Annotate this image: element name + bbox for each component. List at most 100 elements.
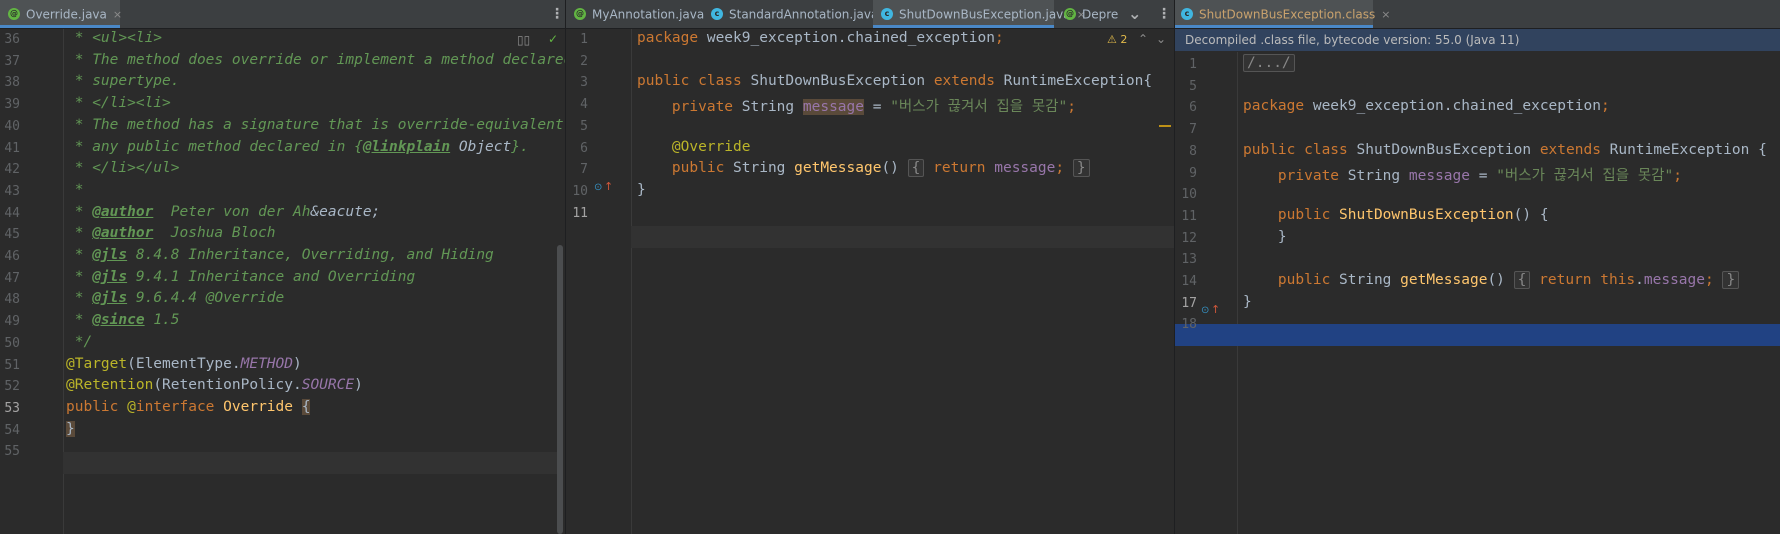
code-line[interactable]: @Override: [637, 139, 751, 155]
code-token: getMessage: [794, 160, 882, 177]
line-number: 10: [572, 183, 588, 199]
line-number: 6: [1189, 100, 1197, 116]
close-tab-icon[interactable]: ×: [1381, 8, 1390, 21]
code-line[interactable]: private String message = "버스가 끊겨서 집을 못감"…: [637, 95, 1076, 116]
code-line[interactable]: * @jls 9.6.4.4 @Override: [66, 290, 285, 307]
code-token: 1.5: [144, 312, 180, 329]
next-highlight-icon[interactable]: ⌄: [1156, 32, 1166, 46]
code-token: Peter von der Ah: [153, 203, 311, 220]
line-number: 41: [4, 140, 20, 156]
code-line[interactable]: @Retention(RetentionPolicy.SOURCE): [66, 377, 363, 393]
code-line[interactable]: public class ShutDownBusException extend…: [637, 73, 1152, 89]
code-line[interactable]: * any public method declared in {@linkpl…: [66, 139, 529, 155]
annotation-file-icon: @: [1064, 7, 1076, 20]
code-line[interactable]: * The method does override or implement …: [66, 52, 565, 68]
code-line[interactable]: public ShutDownBusException() {: [1243, 207, 1549, 223]
line-number: 50: [4, 335, 20, 351]
code-line[interactable]: * </li></ul>: [66, 160, 180, 176]
code-line[interactable]: package week9_exception.chained_exceptio…: [637, 30, 1004, 46]
warning-count[interactable]: ⚠ 2: [1107, 33, 1127, 46]
line-number: 8: [1189, 143, 1197, 159]
code-line[interactable]: }: [66, 420, 75, 437]
code-line[interactable]: }: [1243, 229, 1287, 245]
line-number: 17: [1181, 295, 1197, 311]
line-number: 5: [1189, 78, 1197, 94]
line-number: 51: [4, 357, 20, 373]
overrides-arrow-icon[interactable]: ↑: [1211, 303, 1220, 316]
override-method-icon[interactable]: ⊙: [594, 182, 602, 193]
code-line[interactable]: * @jls 8.4.8 Inheritance, Overriding, an…: [66, 247, 494, 263]
line-number: 7: [1189, 122, 1197, 138]
code-token: @Override: [671, 138, 751, 155]
code-line[interactable]: */: [66, 334, 92, 350]
line-number: 52: [4, 379, 20, 395]
code-token: * </li></ul>: [66, 160, 180, 177]
code-line[interactable]: * @author Peter von der Ah&eacute;: [66, 203, 381, 220]
code-token: ;: [1067, 99, 1076, 116]
code-token: public class: [1243, 141, 1357, 158]
more-options-icon[interactable]: ⋮: [550, 0, 564, 28]
code-token: * supertype.: [66, 73, 180, 90]
class-file-icon: c: [711, 7, 723, 20]
line-number: 37: [4, 53, 20, 69]
code-line[interactable]: public @interface Override {: [66, 398, 311, 415]
warning-marker[interactable]: [1159, 125, 1171, 127]
code-line[interactable]: * supertype.: [66, 73, 180, 89]
code-line[interactable]: *: [66, 182, 84, 198]
code-token: RuntimeException {: [1609, 141, 1767, 158]
code-token: * The method does override or implement …: [66, 51, 565, 68]
code-line[interactable]: * @jls 9.4.1 Inheritance and Overriding: [66, 269, 416, 285]
override-method-icon[interactable]: ⊙: [1201, 305, 1209, 316]
tab-override-java[interactable]: @ Override.java ×: [0, 0, 122, 28]
tab-bar: @ Override.java × ⋮: [0, 0, 565, 29]
vertical-scrollbar[interactable]: [557, 245, 563, 534]
code-token: @jls: [92, 290, 128, 307]
line-number: 1: [580, 32, 588, 47]
code-line[interactable]: private String message = "버스가 끊겨서 집을 못감"…: [1243, 164, 1682, 185]
line-number: 9: [1189, 165, 1197, 181]
code-token: Override: [223, 398, 302, 415]
line-number: 46: [4, 249, 20, 264]
code-line[interactable]: @Target(ElementType.METHOD): [66, 356, 302, 372]
tab-myannotation-java[interactable]: @ MyAnnotation.java: [574, 0, 704, 28]
tab-deprecated[interactable]: @ Depre: [1064, 0, 1118, 28]
code-line[interactable]: public String getMessage() { return mess…: [637, 159, 1090, 178]
code-line[interactable]: * @author Joshua Bloch: [66, 225, 276, 241]
tab-shutdownbusexception-class[interactable]: c ShutDownBusException.class ×: [1175, 0, 1391, 28]
code-line[interactable]: * <ul><li>: [66, 30, 162, 46]
code-line[interactable]: public class ShutDownBusException extend…: [1243, 142, 1767, 158]
code-token: }: [637, 181, 646, 198]
code-token: ;: [994, 30, 1004, 46]
code-token: * The method has a signature that is ove…: [66, 116, 565, 133]
chevron-down-icon[interactable]: ⌄: [1128, 0, 1141, 28]
code-line[interactable]: /.../: [1243, 54, 1295, 72]
code-token: (RetentionPolicy.: [153, 377, 302, 394]
code-line[interactable]: public String getMessage() { return this…: [1243, 271, 1740, 289]
code-token: message: [1408, 167, 1470, 184]
code-token: METHOD: [240, 355, 293, 372]
code-token: 9.6.4.4 @Override: [127, 290, 285, 307]
code-token: @linkplain: [362, 138, 451, 155]
reader-mode-icon[interactable]: ▯▯: [517, 33, 530, 47]
code-token: public class: [637, 73, 751, 90]
overrides-arrow-icon[interactable]: ↑: [604, 180, 613, 193]
code-token: /.../: [1243, 54, 1295, 72]
code-line[interactable]: * </li><li>: [66, 95, 171, 111]
code-line[interactable]: }: [637, 182, 646, 198]
code-token: (): [881, 160, 908, 177]
code-line[interactable]: * @since 1.5: [66, 312, 180, 328]
code-line[interactable]: package week9_exception.chained_exceptio…: [1243, 98, 1610, 114]
line-number: 13: [1181, 252, 1197, 268]
more-options-icon[interactable]: ⋮: [1157, 0, 1171, 28]
code-line[interactable]: }: [1243, 294, 1252, 310]
code-line[interactable]: * The method has a signature that is ove…: [66, 117, 565, 133]
code-token: "버스가 끊겨서 집을 못감": [1496, 167, 1674, 184]
close-tab-icon[interactable]: ×: [113, 8, 122, 21]
code-token: String: [1339, 272, 1401, 288]
previous-highlight-icon[interactable]: ⌃: [1138, 32, 1148, 46]
tab-shutdownbusexception-java[interactable]: c ShutDownBusException.java ×: [873, 0, 1086, 28]
code-token: "버스가 끊겨서 집을 못감": [890, 99, 1068, 116]
code-token: }.: [511, 138, 529, 155]
code-token: public: [66, 398, 128, 415]
tab-standardannotation-java[interactable]: c StandardAnnotation.java: [711, 0, 878, 28]
